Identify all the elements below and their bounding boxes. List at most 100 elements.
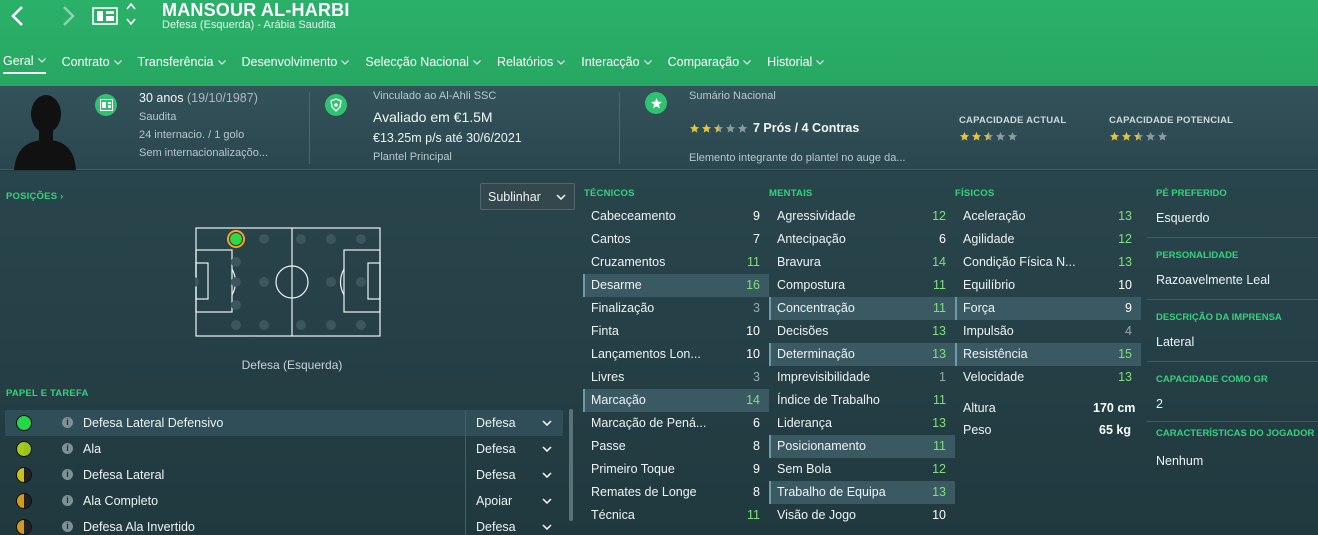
back-arrow-icon[interactable] (6, 4, 30, 28)
attribute-row[interactable]: Liderança 13 (769, 412, 955, 435)
attribute-value: 14 (746, 393, 760, 407)
panel-divider (1147, 361, 1318, 362)
rating-star-icon (983, 131, 994, 141)
attribute-row[interactable]: Concentração 11 (769, 297, 955, 320)
attribute-name: Remates de Longe (591, 485, 697, 499)
attribute-row[interactable]: Agressividade 12 (769, 205, 955, 228)
player-intl-status: Sem internacionalizaçõo... (139, 147, 269, 159)
highlight-dropdown[interactable]: Sublinhar (480, 183, 575, 210)
tab-contrato[interactable]: Contrato (62, 50, 122, 74)
role-row[interactable]: i Ala Completo Apoiar (5, 488, 563, 514)
player-caps: 24 internacio. / 1 golo (139, 129, 245, 141)
duty-dropdown[interactable]: Defesa (465, 462, 561, 488)
rating-star-icon (995, 131, 1006, 141)
pros-cons: 7 Prós / 4 Contras (753, 121, 860, 135)
chevron-down-icon (542, 498, 552, 504)
roles-label: PAPEL E TAREFA (6, 388, 89, 399)
player-summary-band: 30 anos (19/10/1987) Saudita 24 internac… (0, 86, 1318, 170)
attribute-row[interactable]: Desarme 16 (583, 274, 769, 297)
club-link[interactable]: Vinculado ao Al-Ahli SSC (373, 90, 496, 102)
tab-comparacao[interactable]: Comparação (668, 50, 752, 74)
attribute-row[interactable]: Visão de Jogo 10 (769, 504, 955, 527)
attribute-row[interactable]: Antecipação 6 (769, 228, 955, 251)
attribute-row[interactable]: Impulsão 4 (955, 320, 1141, 343)
chevron-down-icon (341, 59, 350, 65)
info-icon[interactable]: i (62, 417, 73, 428)
attribute-row[interactable]: Decisões 13 (769, 320, 955, 343)
attribute-value: 6 (753, 416, 760, 430)
attribute-row[interactable]: Cabeceamento 9 (583, 205, 769, 228)
tab-label: Selecção Nacional (365, 55, 469, 69)
chevron-down-icon (556, 194, 566, 200)
tab-relatorios[interactable]: Relatórios (497, 50, 566, 74)
role-row[interactable]: i Defesa Ala Invertido Defesa (5, 514, 563, 535)
attribute-row[interactable]: Cruzamentos 11 (583, 251, 769, 274)
attribute-row[interactable]: Cantos 7 (583, 228, 769, 251)
attribute-row[interactable]: Marcação de Pená... 6 (583, 412, 769, 435)
info-icon[interactable]: i (62, 443, 73, 454)
height-value: 170 cm (1093, 401, 1136, 415)
role-row[interactable]: i Defesa Lateral Defensivo Defesa (5, 410, 563, 436)
info-icon[interactable]: i (62, 521, 73, 532)
national-summary-title: Sumário Nacional (689, 90, 776, 102)
attribute-row[interactable]: Aceleração 13 (955, 205, 1141, 228)
tab-seleccao-nacional[interactable]: Selecção Nacional (365, 50, 481, 74)
attribute-row[interactable]: Posicionamento 11 (769, 435, 955, 458)
attribute-row[interactable]: Primeiro Toque 9 (583, 458, 769, 481)
attribute-row[interactable]: Bravura 14 (769, 251, 955, 274)
chevron-down-icon (557, 59, 566, 65)
attribute-row[interactable]: Agilidade 12 (955, 228, 1141, 251)
attribute-name: Liderança (777, 416, 832, 430)
attribute-row[interactable]: Lançamentos Lon... 10 (583, 343, 769, 366)
duty-dropdown[interactable]: Apoiar (465, 488, 561, 514)
weight-value: 65 kg (1099, 423, 1131, 437)
attribute-value: 10 (746, 347, 760, 361)
summary-divider (309, 92, 310, 164)
attribute-row[interactable]: Determinação 13 (769, 343, 955, 366)
tab-historial[interactable]: Historial (767, 50, 825, 74)
rating-star-icon (1133, 131, 1144, 141)
positions-label[interactable]: POSIÇÕES › (6, 191, 63, 202)
tab-interaccao[interactable]: Interacção (581, 50, 652, 74)
attribute-row[interactable]: Finta 10 (583, 320, 769, 343)
player-value: Avaliado em €1.5M (373, 109, 493, 125)
attribute-name: Cruzamentos (591, 255, 666, 269)
duty-dropdown[interactable]: Defesa (465, 514, 561, 535)
attribute-row[interactable]: Condição Física N... 13 (955, 251, 1141, 274)
attribute-row[interactable]: Força 9 (955, 297, 1141, 320)
duty-dropdown[interactable]: Defesa (465, 410, 561, 436)
attribute-row[interactable]: Livres 3 (583, 366, 769, 389)
attribute-row[interactable]: Técnica 11 (583, 504, 769, 527)
duty-dropdown[interactable]: Defesa (465, 436, 561, 462)
attribute-row[interactable]: Trabalho de Equipa 13 (769, 481, 955, 504)
cycle-player-icon[interactable] (125, 1, 137, 27)
attribute-value: 13 (932, 416, 946, 430)
roles-scrollbar[interactable] (569, 409, 573, 521)
chevron-down-icon (816, 59, 825, 65)
panel-divider (1147, 237, 1318, 238)
attribute-row[interactable]: Sem Bola 12 (769, 458, 955, 481)
role-row[interactable]: i Ala Defesa (5, 436, 563, 462)
current-ability-label: CAPACIDADE ACTUAL (959, 115, 1067, 126)
info-icon[interactable]: i (62, 495, 73, 506)
attribute-row[interactable]: Compostura 11 (769, 274, 955, 297)
attribute-row[interactable]: Equilíbrio 10 (955, 274, 1141, 297)
role-suitability-icon (16, 493, 32, 509)
tab-geral[interactable]: Geral (3, 50, 46, 74)
attribute-row[interactable]: Imprevisibilidade 1 (769, 366, 955, 389)
attribute-row[interactable]: Finalização 3 (583, 297, 769, 320)
forward-arrow-icon[interactable] (56, 4, 80, 28)
role-row[interactable]: i Defesa Lateral Defesa (5, 462, 563, 488)
club-badge-icon[interactable] (92, 6, 118, 26)
attribute-row[interactable]: Passe 8 (583, 435, 769, 458)
attribute-row[interactable]: Velocidade 13 (955, 366, 1141, 389)
age-value: 30 anos (139, 91, 184, 105)
dob-value: (19/10/1987) (186, 91, 258, 105)
attribute-row[interactable]: Resistência 15 (955, 343, 1141, 366)
attribute-row[interactable]: Marcação 14 (583, 389, 769, 412)
info-icon[interactable]: i (62, 469, 73, 480)
tab-transferencia[interactable]: Transferência (138, 50, 226, 74)
tab-desenvolvimento[interactable]: Desenvolvimento (242, 50, 350, 74)
attribute-row[interactable]: Índice de Trabalho 11 (769, 389, 955, 412)
attribute-row[interactable]: Remates de Longe 8 (583, 481, 769, 504)
